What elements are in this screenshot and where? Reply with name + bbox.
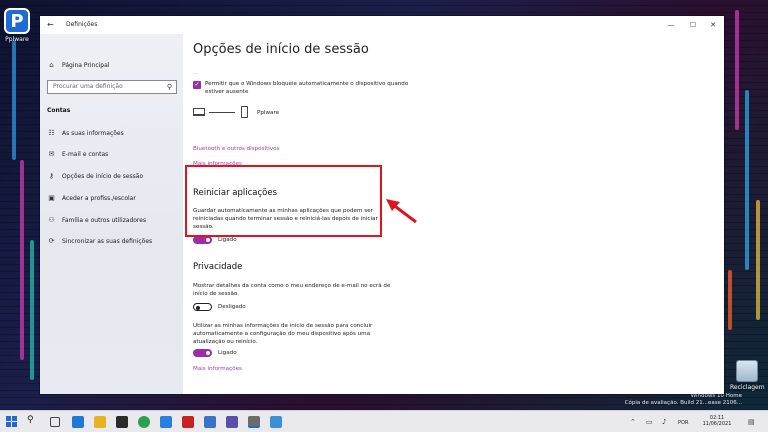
settings-window: ← Definições — ☐ ✕ ⌂ Página Principal Pr… xyxy=(40,16,724,394)
pplware-logo-icon: P xyxy=(4,8,30,34)
task-view-icon[interactable] xyxy=(50,417,60,427)
sync-icon: ⟳ xyxy=(48,237,55,245)
volume-icon[interactable]: ♪ xyxy=(662,418,666,426)
start-button[interactable] xyxy=(6,416,18,428)
dynamic-lock-checkbox[interactable]: ✓ xyxy=(193,81,201,89)
sidebar-item-sign-in-options[interactable]: ⚷ Opções de início de sessão xyxy=(47,170,143,182)
notifications-icon[interactable]: ▤ xyxy=(748,418,755,426)
windows-watermark: Windows 10 Home Cópia de avaliação. Buil… xyxy=(624,393,742,406)
account-details-toggle-state: Desligado xyxy=(218,304,246,310)
account-details-toggle[interactable] xyxy=(193,303,212,311)
restart-apps-toggle-state: Ligado xyxy=(218,237,237,243)
person-card-icon: ☷ xyxy=(48,129,55,137)
signin-info-toggle[interactable] xyxy=(193,349,212,357)
store-icon[interactable] xyxy=(116,416,128,428)
search-input[interactable]: Procurar uma definição ⚲ xyxy=(47,80,177,94)
key-icon: ⚷ xyxy=(48,172,55,180)
edge-icon[interactable] xyxy=(72,416,84,428)
app-icon-3[interactable] xyxy=(270,416,282,428)
briefcase-icon: ▣ xyxy=(48,194,55,202)
taskbar-search-icon[interactable]: ⚲ xyxy=(27,415,34,425)
back-arrow-icon[interactable]: ← xyxy=(47,20,54,29)
connection-line xyxy=(209,112,235,113)
recycle-bin-icon xyxy=(736,360,759,382)
sidebar-item-sync[interactable]: ⟳ Sincronizar as suas definições xyxy=(47,235,153,247)
search-icon: ⚲ xyxy=(166,83,172,91)
account-details-description: Mostrar detalhes da conta como o meu end… xyxy=(193,283,391,297)
minimize-button[interactable]: — xyxy=(660,18,682,32)
network-icon[interactable]: ▭ xyxy=(646,418,653,426)
chrome-icon[interactable] xyxy=(138,416,150,428)
close-button[interactable]: ✕ xyxy=(702,18,724,32)
settings-taskbar-icon[interactable] xyxy=(248,416,260,428)
sidebar-item-family[interactable]: ⚇ Família e outros utilizadores xyxy=(47,214,146,226)
desktop-icon-recycle-bin[interactable]: Reciclagem xyxy=(730,360,765,391)
app-icon-1[interactable] xyxy=(204,416,216,428)
page-title: Opções de início de sessão xyxy=(193,42,369,57)
sidebar-item-email-accounts[interactable]: ✉ E-mail e contas xyxy=(47,148,109,160)
sidebar-item-your-info[interactable]: ☷ As suas informações xyxy=(47,127,123,139)
title-bar[interactable]: ← Definições — ☐ ✕ xyxy=(40,16,724,34)
sidebar-item-work-school[interactable]: ▣ Aceder a profiss./escolar xyxy=(47,192,136,204)
window-title: Definições xyxy=(66,21,98,28)
phone-icon xyxy=(241,106,248,118)
home-icon: ⌂ xyxy=(49,61,54,69)
scrolled-text: ... xyxy=(193,70,198,76)
restart-apps-toggle[interactable] xyxy=(193,236,212,244)
people-icon: ⚇ xyxy=(48,216,55,224)
app-icon-2[interactable] xyxy=(226,416,238,428)
more-info-link-2[interactable]: Mais informações xyxy=(193,366,242,372)
tray-chevron-icon[interactable]: ⌃ xyxy=(630,418,636,426)
sidebar: ⌂ Página Principal Procurar uma definiçã… xyxy=(40,34,183,394)
sidebar-section-heading: Contas xyxy=(47,107,71,114)
language-indicator[interactable]: POR xyxy=(678,420,688,426)
maximize-button[interactable]: ☐ xyxy=(682,18,704,32)
vscode-icon[interactable] xyxy=(160,416,172,428)
privacy-heading: Privacidade xyxy=(193,262,243,272)
laptop-icon xyxy=(193,108,205,116)
highlight-box xyxy=(185,165,382,237)
clock[interactable]: 02:11 11/06/2021 xyxy=(702,415,732,427)
file-explorer-icon[interactable] xyxy=(94,416,106,428)
red-arrow-annotation xyxy=(386,199,417,224)
paired-device-name: Pplware xyxy=(257,110,280,116)
mail-icon: ✉ xyxy=(48,150,55,158)
dynamic-lock-label: Permitir que o Windows bloqueie automati… xyxy=(205,81,409,95)
filezilla-icon[interactable] xyxy=(182,416,194,428)
bluetooth-devices-link[interactable]: Bluetooth e outros dispositivos xyxy=(193,146,279,152)
signin-info-description: Utilizar as minhas informações de início… xyxy=(193,323,373,345)
desktop-icon-pplware[interactable]: P Pplware xyxy=(4,8,30,43)
signin-info-toggle-state: Ligado xyxy=(218,350,237,356)
sidebar-item-home[interactable]: ⌂ Página Principal xyxy=(47,59,109,71)
taskbar: ⚲ ⌃ ▭ ♪ POR 02:11 11/06/2021 ▤ xyxy=(0,410,768,432)
